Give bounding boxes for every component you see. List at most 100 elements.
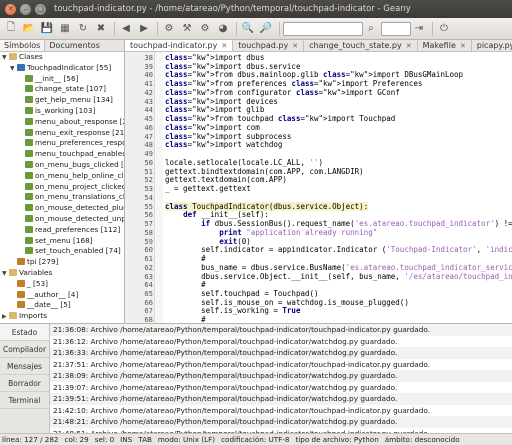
tab-symbols[interactable]: Símbolos: [0, 40, 46, 51]
code-line[interactable]: print "application already running": [165, 228, 377, 237]
code-line[interactable]: dbus.service.Object.__init__(self, bus_n…: [165, 272, 512, 281]
editor-tab[interactable]: touchpad.py ✕: [233, 40, 305, 51]
goto-line-input[interactable]: [381, 21, 411, 36]
tree-item[interactable]: ▼ TouchpadIndicator [55]: [0, 63, 124, 74]
tree-item[interactable]: ▶ Imports: [0, 311, 124, 322]
message-tab[interactable]: Estado: [0, 324, 49, 341]
list-item[interactable]: 21:36:12: Archivo /home/atareao/Python/t…: [50, 336, 512, 348]
code-line[interactable]: self.is_working = True: [165, 306, 300, 315]
tree-item[interactable]: on_menu_bugs_clicked [229]: [0, 160, 124, 171]
tab-documents[interactable]: Documentos: [45, 40, 104, 51]
code-line[interactable]: self.is_mouse_on = watchdog.is_mouse_plu…: [165, 298, 409, 307]
code-line[interactable]: gettext.textdomain(com.APP): [165, 175, 287, 184]
quit-icon[interactable]: ⏻: [436, 21, 452, 37]
code-line[interactable]: class="kw">import glib: [165, 105, 264, 114]
code-line[interactable]: if dbus.SessionBus().request_name('es.at…: [165, 219, 512, 228]
tree-item[interactable]: on_menu_translations_clicke: [0, 192, 124, 203]
save-icon[interactable]: 💾: [39, 21, 55, 37]
editor-tab[interactable]: change_touch_state.py ✕: [304, 40, 418, 51]
tree-item[interactable]: on_mouse_detected_unplugg: [0, 214, 124, 225]
code-area[interactable]: class="kw">import dbus class="kw">import …: [163, 52, 512, 323]
code-line[interactable]: _ = gettext.gettext: [165, 184, 251, 193]
code-line[interactable]: class="kw">from dbus.mainloop.glib class…: [165, 70, 463, 79]
tree-item[interactable]: on_menu_project_clicked [2: [0, 182, 124, 193]
back-icon[interactable]: ◀: [118, 21, 134, 37]
code-line[interactable]: #: [165, 254, 206, 263]
code-line[interactable]: bus_name = dbus.service.BusName('es.atar…: [165, 263, 512, 272]
code-line[interactable]: self.indicator = appindicator.Indicator …: [165, 245, 512, 254]
code-line[interactable]: class="kw">import devices: [165, 97, 278, 106]
tree-item[interactable]: change_state [107]: [0, 84, 124, 95]
tree-item[interactable]: set_menu [168]: [0, 236, 124, 247]
code-editor[interactable]: 38 39 40 41 42 43 44 45 46 47 48 49 50 51 52 53 54 55 56 57…: [125, 52, 512, 323]
code-line[interactable]: #: [165, 315, 206, 323]
goto-line-icon[interactable]: ⇥: [411, 21, 427, 37]
tree-item[interactable]: menu_exit_response [216]: [0, 128, 124, 139]
code-line[interactable]: class="kw">from configurator class="kw">…: [165, 88, 400, 97]
save-all-icon[interactable]: ▦: [57, 21, 73, 37]
message-tab[interactable]: Terminal: [0, 392, 49, 409]
close-icon[interactable]: ✕: [5, 3, 16, 15]
code-line[interactable]: self.touchpad = Touchpad(): [165, 289, 318, 298]
color-chooser-icon[interactable]: ◕: [215, 21, 231, 37]
list-item[interactable]: 21:48:21: Archivo /home/atareao/Python/t…: [50, 416, 512, 428]
list-item[interactable]: 21:42:10: Archivo /home/atareao/Python/t…: [50, 405, 512, 417]
close-tab-icon[interactable]: ✕: [292, 40, 298, 51]
code-line[interactable]: class="kw">import watchdog: [165, 140, 282, 149]
tree-item[interactable]: on_mouse_detected_plugged: [0, 203, 124, 214]
expander-icon[interactable]: ▼: [2, 53, 9, 63]
tree-item[interactable]: menu_preferences_response: [0, 138, 124, 149]
tree-item[interactable]: read_preferences [112]: [0, 225, 124, 236]
zoom-out-icon[interactable]: 🔎: [258, 21, 274, 37]
find-icon[interactable]: ⌕: [363, 21, 379, 37]
search-input[interactable]: [283, 21, 363, 36]
expander-icon[interactable]: ▶: [2, 312, 9, 322]
code-line[interactable]: class="kw">import dbus.service: [165, 62, 300, 71]
message-tab[interactable]: Borrador: [0, 375, 49, 392]
tree-item[interactable]: ▼ Clases: [0, 52, 124, 63]
list-item[interactable]: 21:36:08: Archivo /home/atareao/Python/t…: [50, 324, 512, 336]
code-line[interactable]: def __init__(self):: [165, 210, 269, 219]
editor-tab[interactable]: touchpad-indicator.py ✕: [125, 40, 234, 51]
tree-item[interactable]: ▼ Variables: [0, 268, 124, 279]
close-file-icon[interactable]: ✖: [93, 21, 109, 37]
close-tab-icon[interactable]: ✕: [460, 40, 466, 51]
code-line[interactable]: class="kw">import com: [165, 123, 260, 132]
code-line[interactable]: locale.setlocale(locale.LC_ALL, ''): [165, 158, 323, 167]
maximize-icon[interactable]: □: [35, 3, 46, 15]
message-tab[interactable]: Mensajes: [0, 358, 49, 375]
editor-tab[interactable]: Makefile ✕: [418, 40, 472, 51]
tree-item[interactable]: is_working [103]: [0, 106, 124, 117]
tree-item[interactable]: set_touch_enabled [74]: [0, 246, 124, 257]
editor-tab[interactable]: picapy.py✕: [472, 40, 512, 51]
code-line[interactable]: class="kw">from touchpad class="kw">impo…: [165, 114, 395, 123]
tree-item[interactable]: _ [53]: [0, 279, 124, 290]
code-line[interactable]: #: [165, 280, 206, 289]
tree-item[interactable]: __author__ [4]: [0, 290, 124, 301]
code-line[interactable]: class TouchpadIndicator(dbus.service.Obj…: [165, 201, 369, 211]
tree-item[interactable]: __init__ [56]: [0, 74, 124, 85]
tree-item[interactable]: tpi [279]: [0, 257, 124, 268]
build-icon[interactable]: ⚒: [179, 21, 195, 37]
forward-icon[interactable]: ▶: [136, 21, 152, 37]
fold-margin[interactable]: [155, 52, 163, 323]
minimize-icon[interactable]: –: [20, 3, 31, 15]
code-line[interactable]: class="kw">import dbus: [165, 53, 264, 62]
close-tab-icon[interactable]: ✕: [406, 40, 412, 51]
new-file-icon[interactable]: 🗋: [3, 21, 19, 37]
execute-icon[interactable]: ⚙: [197, 21, 213, 37]
list-item[interactable]: 21:38:09: Archivo /home/atareao/Python/t…: [50, 370, 512, 382]
tree-item[interactable]: get_help_menu [134]: [0, 95, 124, 106]
tree-item[interactable]: menu_touchpad_enabled_re: [0, 149, 124, 160]
tree-item[interactable]: menu_about_response [232]: [0, 117, 124, 128]
tree-item[interactable]: on_menu_help_online_clicke: [0, 171, 124, 182]
code-line[interactable]: class="kw">from preferences class="kw">i…: [165, 79, 422, 88]
code-line[interactable]: exit(0): [165, 237, 251, 246]
close-tab-icon[interactable]: ✕: [221, 40, 227, 51]
list-item[interactable]: 21:39:51: Archivo /home/atareao/Python/t…: [50, 393, 512, 405]
message-tab[interactable]: Compilador: [0, 341, 49, 358]
list-item[interactable]: 21:37:51: Archivo /home/atareao/Python/t…: [50, 359, 512, 371]
list-item[interactable]: 21:39:07: Archivo /home/atareao/Python/t…: [50, 382, 512, 394]
compile-icon[interactable]: ⚙: [161, 21, 177, 37]
list-item[interactable]: 21:36:33: Archivo /home/atareao/Python/t…: [50, 347, 512, 359]
